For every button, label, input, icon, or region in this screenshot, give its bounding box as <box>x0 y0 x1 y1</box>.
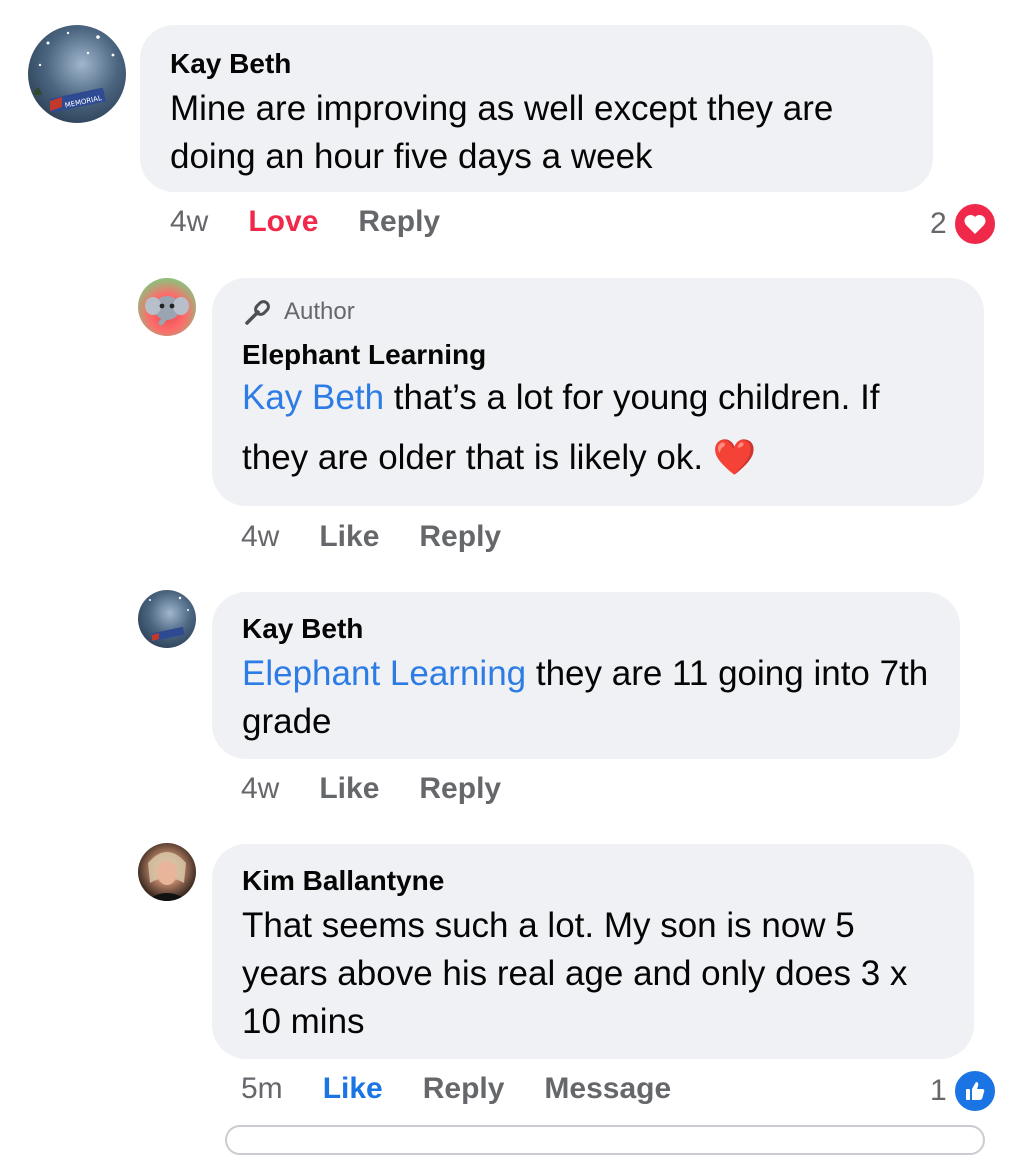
author-tag-label: Author <box>284 298 355 325</box>
comment-bubble[interactable]: Kay Beth Mine are improving as well exce… <box>140 25 933 192</box>
comment-bubble[interactable]: Kay Beth Elephant Learning they are 11 g… <box>212 592 960 759</box>
mention-link[interactable]: Kay Beth <box>242 378 384 417</box>
avatar-kim-ballantyne[interactable] <box>138 843 196 901</box>
love-button[interactable]: Love <box>248 205 318 239</box>
comment-author[interactable]: Elephant Learning <box>242 338 954 372</box>
reaction-count: 2 <box>930 207 947 240</box>
elephant-icon <box>145 296 189 326</box>
comment-input-edge[interactable] <box>225 1125 985 1155</box>
reaction-summary[interactable]: 1 <box>930 1069 997 1113</box>
comment-actions: 4w Love Reply <box>170 205 440 239</box>
comment-author[interactable]: Kay Beth <box>170 47 903 81</box>
comment-actions: 5m Like Reply Message <box>241 1072 671 1106</box>
comment-bubble[interactable]: Author Elephant Learning Kay Beth that’s… <box>212 278 984 506</box>
avatar-image: MEMORIAL <box>33 31 115 113</box>
reply-button[interactable]: Reply <box>358 205 440 239</box>
reaction-summary[interactable]: 2 <box>930 202 997 246</box>
comment-time: 5m <box>241 1072 283 1105</box>
comment-actions: 4w Like Reply <box>241 772 501 806</box>
comment-text: Elephant Learning they are 11 going into… <box>242 650 930 746</box>
avatar-elephant-learning[interactable] <box>138 278 196 336</box>
thumbs-up-icon <box>952 1069 997 1113</box>
comment-text: That seems such a lot. My son is now 5 y… <box>242 906 908 1041</box>
comment-author[interactable]: Kim Ballantyne <box>242 864 944 898</box>
avatar-kay-beth[interactable]: MEMORIAL <box>28 25 126 123</box>
comment-time: 4w <box>170 205 209 238</box>
comment-actions: 4w Like Reply <box>241 520 501 554</box>
reply-button[interactable]: Reply <box>419 772 501 806</box>
avatar-image <box>149 596 189 642</box>
avatar-image <box>146 852 188 901</box>
like-button[interactable]: Like <box>319 520 379 554</box>
message-button[interactable]: Message <box>544 1072 671 1106</box>
reaction-count: 1 <box>930 1074 947 1107</box>
comment-author[interactable]: Kay Beth <box>242 612 930 646</box>
like-button[interactable]: Like <box>323 1072 383 1106</box>
comment-text: Kay Beth that’s a lot for young children… <box>242 368 954 488</box>
microphone-icon <box>245 300 270 325</box>
mention-link[interactable]: Elephant Learning <box>242 654 526 693</box>
avatar-kay-beth[interactable] <box>138 590 196 648</box>
comment-text: Mine are improving as well except they a… <box>170 89 834 176</box>
heart-icon <box>952 202 997 246</box>
author-badge: Author <box>242 298 954 326</box>
reply-button[interactable]: Reply <box>423 1072 505 1106</box>
comment-time: 4w <box>241 772 280 805</box>
like-button[interactable]: Like <box>319 772 379 806</box>
heart-emoji: ❤️ <box>712 438 757 477</box>
reply-button[interactable]: Reply <box>419 520 501 554</box>
comment-bubble[interactable]: Kim Ballantyne That seems such a lot. My… <box>212 844 974 1059</box>
comment-time: 4w <box>241 520 280 553</box>
